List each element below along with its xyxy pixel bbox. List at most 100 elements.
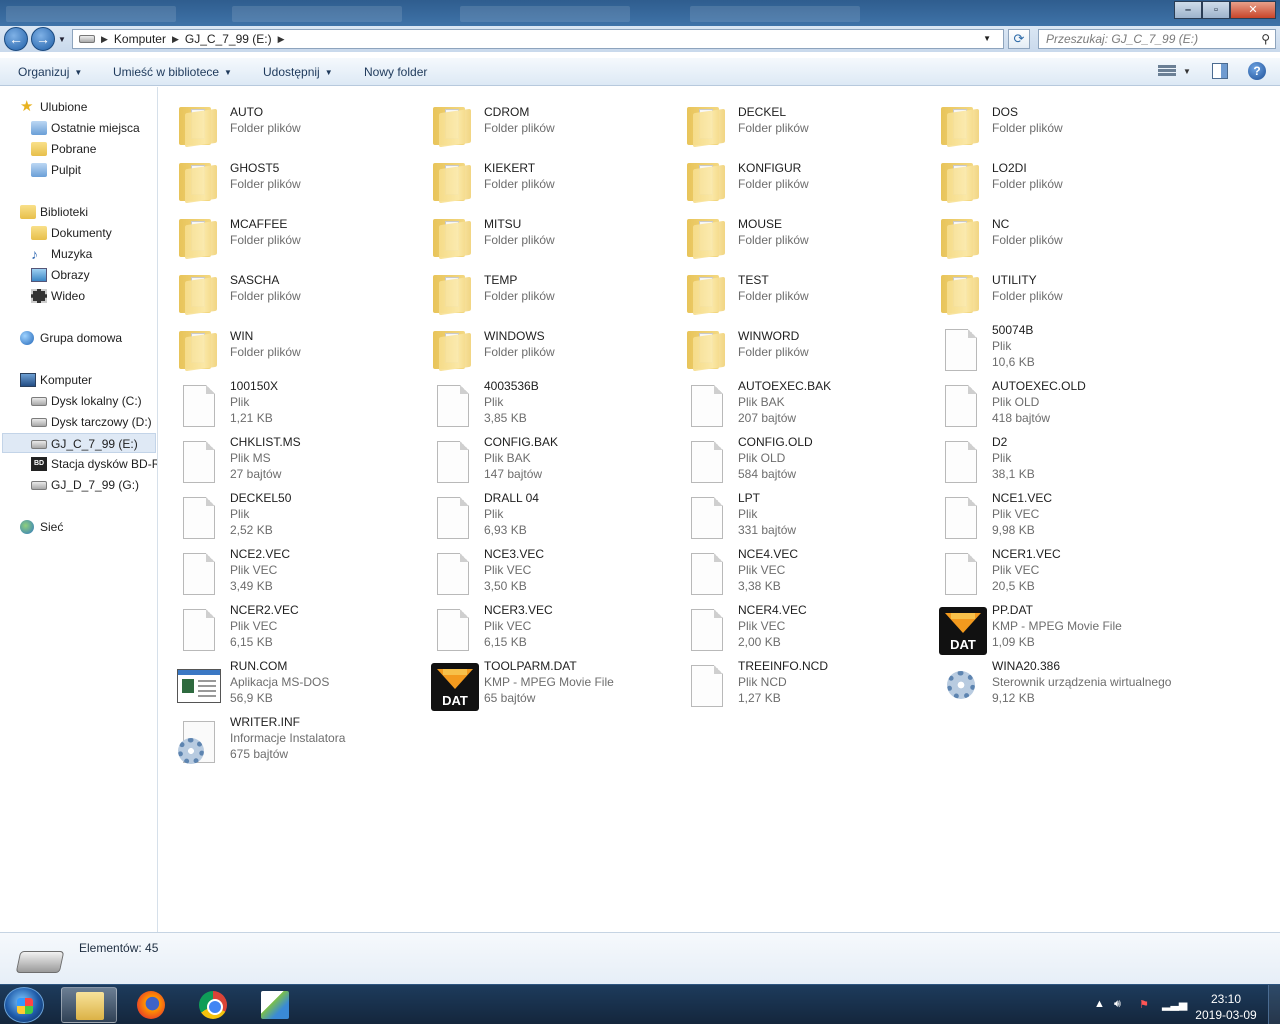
folder-item[interactable]: CDROM Folder plików <box>413 95 667 151</box>
file-item[interactable]: WRITER.INF Informacje Instalatora 675 bajt… <box>159 711 413 767</box>
include-in-library-menu[interactable]: Umieść w bibliotece ▼ <box>113 65 232 79</box>
recent-pages-chevron-icon[interactable]: ▼ <box>58 35 66 44</box>
change-view-icon[interactable] <box>1158 64 1176 80</box>
taskbar-explorer[interactable] <box>61 987 117 1023</box>
background-window-tab[interactable] <box>6 6 176 22</box>
new-folder-button[interactable]: Nowy folder <box>364 65 427 79</box>
preview-pane-icon[interactable] <box>1212 63 1228 79</box>
system-clock[interactable]: 23:10 2019-03-09 <box>1186 991 1266 1023</box>
folder-item[interactable]: DOS Folder plików <box>921 95 1175 151</box>
breadcrumb-separator-icon[interactable]: ▶ <box>172 34 179 45</box>
item-type: Folder plików <box>484 233 555 247</box>
file-item[interactable]: LPT Plik 331 bajtów <box>667 487 921 543</box>
file-item[interactable]: NCER3.VEC Plik VEC 6,15 KB <box>413 599 667 655</box>
share-menu[interactable]: Udostępnij ▼ <box>263 65 333 79</box>
hard-drive-icon <box>31 418 47 427</box>
folder-item[interactable]: AUTO Folder plików <box>159 95 413 151</box>
file-item[interactable]: WINA20.386 Sterownik urządzenia wirtualne… <box>921 655 1175 711</box>
forward-button[interactable]: → <box>31 27 55 51</box>
help-icon[interactable]: ? <box>1248 62 1266 80</box>
item-name: LO2DI <box>992 161 1027 175</box>
file-item[interactable]: DRALL 04 Plik 6,93 KB <box>413 487 667 543</box>
breadcrumb-separator-icon[interactable]: ▶ <box>101 34 108 45</box>
file-item[interactable]: TREEINFO.NCD Plik NCD 1,27 KB <box>667 655 921 711</box>
back-button[interactable]: ← <box>4 27 28 51</box>
file-item[interactable]: DAT PP.DAT KMP - MPEG Movie File 1,09 KB <box>921 599 1175 655</box>
nav-drive-e[interactable]: GJ_C_7_99 (E:) <box>2 433 156 453</box>
folder-item[interactable]: WIN Folder plików <box>159 319 413 375</box>
taskbar-paint[interactable] <box>247 987 303 1023</box>
file-item[interactable]: NCER2.VEC Plik VEC 6,15 KB <box>159 599 413 655</box>
file-item[interactable]: 4003536B Plik 3,85 KB <box>413 375 667 431</box>
folder-item[interactable]: LO2DI Folder plików <box>921 151 1175 207</box>
file-icon <box>685 383 729 427</box>
folder-item[interactable]: TEST Folder plików <box>667 263 921 319</box>
search-icon[interactable]: ⚲ <box>1261 32 1270 46</box>
item-name: KIEKERT <box>484 161 536 175</box>
organize-menu[interactable]: Organizuj ▼ <box>18 65 82 79</box>
taskbar-firefox[interactable] <box>123 987 179 1023</box>
folder-item[interactable]: DECKEL Folder plików <box>667 95 921 151</box>
file-item[interactable]: RUN.COM Aplikacja MS-DOS 56,9 KB <box>159 655 413 711</box>
file-item[interactable]: NCER4.VEC Plik VEC 2,00 KB <box>667 599 921 655</box>
dat-movie-icon: DAT <box>939 607 987 655</box>
network-signal-icon[interactable]: ▂▃▅ <box>1162 998 1187 1011</box>
breadcrumb-drive[interactable]: GJ_C_7_99 (E:) <box>185 32 272 46</box>
folder-item[interactable]: GHOST5 Folder plików <box>159 151 413 207</box>
maximize-button[interactable]: ▫ <box>1202 1 1230 19</box>
file-item[interactable]: NCE1.VEC Plik VEC 9,98 KB <box>921 487 1175 543</box>
folder-item[interactable]: SASCHA Folder plików <box>159 263 413 319</box>
background-window-tab[interactable] <box>690 6 860 22</box>
taskbar-chrome[interactable] <box>185 987 241 1023</box>
item-name: AUTOEXEC.OLD <box>992 379 1086 393</box>
file-item[interactable]: CHKLIST.MS Plik MS 27 bajtów <box>159 431 413 487</box>
start-button[interactable] <box>4 987 44 1023</box>
item-size: 2,00 KB <box>738 635 781 649</box>
file-icon <box>685 663 729 707</box>
folder-item[interactable]: MOUSE Folder plików <box>667 207 921 263</box>
background-window-tab[interactable] <box>460 6 630 22</box>
file-item[interactable]: CONFIG.BAK Plik BAK 147 bajtów <box>413 431 667 487</box>
show-desktop-button[interactable] <box>1268 985 1280 1024</box>
folder-item[interactable]: WINDOWS Folder plików <box>413 319 667 375</box>
file-item[interactable]: AUTOEXEC.OLD Plik OLD 418 bajtów <box>921 375 1175 431</box>
file-item[interactable]: DECKEL50 Plik 2,52 KB <box>159 487 413 543</box>
nav-label: Ulubione <box>40 100 88 114</box>
hard-drive-icon <box>31 440 47 449</box>
view-options-chevron-icon[interactable]: ▼ <box>1183 67 1191 76</box>
folder-item[interactable]: WINWORD Folder plików <box>667 319 921 375</box>
folder-item[interactable]: MCAFFEE Folder plików <box>159 207 413 263</box>
volume-icon[interactable]: 🔊︎ <box>1114 998 1121 1011</box>
file-item[interactable]: DAT TOOLPARM.DAT KMP - MPEG Movie File 65 b… <box>413 655 667 711</box>
search-input[interactable] <box>1039 30 1249 48</box>
background-window-tab[interactable] <box>232 6 402 22</box>
file-item[interactable]: NCE2.VEC Plik VEC 3,49 KB <box>159 543 413 599</box>
item-type: Plik BAK <box>484 451 531 465</box>
address-bar[interactable]: ▶ Komputer ▶ GJ_C_7_99 (E:) ▶ ▼ <box>72 29 1004 49</box>
file-icon <box>177 607 221 651</box>
file-item[interactable]: AUTOEXEC.BAK Plik BAK 207 bajtów <box>667 375 921 431</box>
address-dropdown-icon[interactable]: ▼ <box>983 34 991 43</box>
folder-item[interactable]: UTILITY Folder plików <box>921 263 1175 319</box>
folder-item[interactable]: KONFIGUR Folder plików <box>667 151 921 207</box>
folder-item[interactable]: MITSU Folder plików <box>413 207 667 263</box>
folder-icon <box>177 327 221 372</box>
item-size: 9,98 KB <box>992 523 1035 537</box>
refresh-button[interactable]: ⟳ <box>1008 29 1030 49</box>
minimize-button[interactable]: – <box>1174 1 1202 19</box>
folder-item[interactable]: KIEKERT Folder plików <box>413 151 667 207</box>
close-button[interactable]: ✕ <box>1230 1 1276 19</box>
file-item[interactable]: 100150X Plik 1,21 KB <box>159 375 413 431</box>
show-hidden-icons-icon[interactable]: ▲ <box>1094 998 1105 1010</box>
file-item[interactable]: CONFIG.OLD Plik OLD 584 bajtów <box>667 431 921 487</box>
breadcrumb-separator-icon[interactable]: ▶ <box>278 34 285 45</box>
file-item[interactable]: NCER1.VEC Plik VEC 20,5 KB <box>921 543 1175 599</box>
file-item[interactable]: NCE3.VEC Plik VEC 3,50 KB <box>413 543 667 599</box>
file-item[interactable]: D2 Plik 38,1 KB <box>921 431 1175 487</box>
action-center-flag-icon[interactable]: ⚑ <box>1139 998 1149 1011</box>
folder-item[interactable]: NC Folder plików <box>921 207 1175 263</box>
file-item[interactable]: 50074B Plik 10,6 KB <box>921 319 1175 375</box>
breadcrumb-computer[interactable]: Komputer <box>114 32 166 46</box>
file-item[interactable]: NCE4.VEC Plik VEC 3,38 KB <box>667 543 921 599</box>
folder-item[interactable]: TEMP Folder plików <box>413 263 667 319</box>
